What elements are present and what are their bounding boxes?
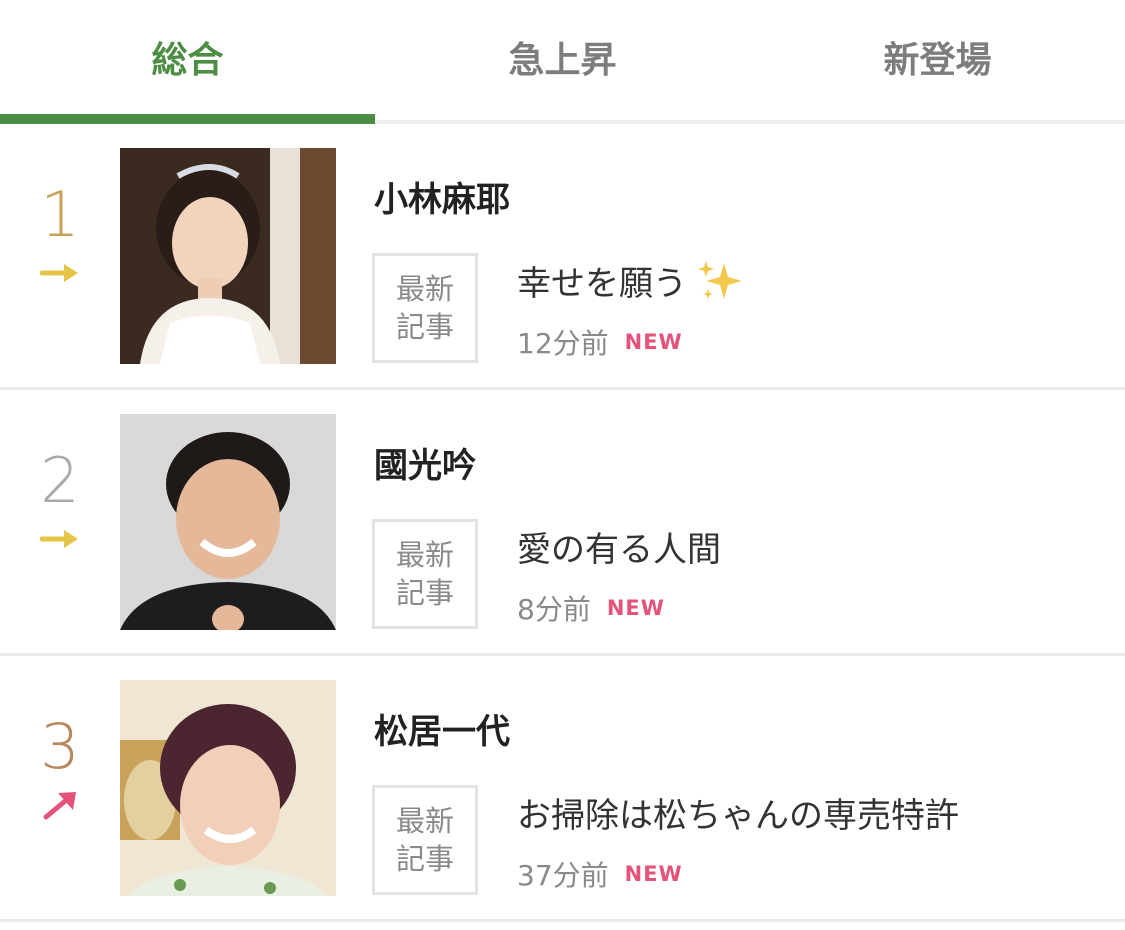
rank-number: 1: [40, 178, 80, 251]
article-title[interactable]: 愛の有る人間: [517, 522, 721, 571]
tag-line: 最新: [395, 804, 454, 838]
tab-overall[interactable]: 総合: [0, 0, 375, 120]
time-text: 12分前: [517, 327, 609, 360]
tab-rising[interactable]: 急上昇: [375, 0, 750, 120]
tag-line: 最新: [395, 538, 454, 572]
new-badge: NEW: [606, 596, 665, 620]
ranking-row[interactable]: 1 小林麻耶 最新 記事 幸せを願う 12分前 NEW: [0, 124, 1125, 390]
time-text: 8分前: [517, 593, 591, 626]
sparkles-icon: [697, 261, 742, 299]
tag-line: 記事: [395, 576, 454, 610]
article-title[interactable]: 幸せを願う: [517, 256, 744, 305]
blogger-name[interactable]: 國光吟: [374, 438, 476, 487]
tag-line: 記事: [395, 842, 454, 876]
post-time: 37分前 NEW: [517, 854, 683, 894]
blogger-name[interactable]: 小林麻耶: [374, 172, 510, 221]
rank-number: 3: [40, 710, 80, 783]
latest-article-tag: 最新 記事: [372, 519, 478, 629]
arrow-right-icon: [40, 530, 78, 548]
ranking-row[interactable]: 3 松居一代 最新 記事 お掃除は松ちゃんの専売特許 37分前 NEW: [0, 656, 1125, 922]
blogger-avatar[interactable]: [120, 680, 336, 896]
new-badge: NEW: [624, 330, 683, 354]
post-time: 8分前 NEW: [517, 588, 665, 628]
post-time: 12分前 NEW: [517, 322, 683, 362]
ranking-row[interactable]: 2 國光吟 最新 記事 愛の有る人間 8分前 NEW: [0, 390, 1125, 656]
article-title-text: お掃除は松ちゃんの専売特許: [517, 796, 959, 836]
article-title-text: 愛の有る人間: [517, 530, 721, 570]
tag-line: 最新: [395, 272, 454, 306]
new-badge: NEW: [624, 862, 683, 886]
time-text: 37分前: [517, 859, 609, 892]
blogger-name[interactable]: 松居一代: [374, 704, 510, 753]
ranking-tabs: 総合 急上昇 新登場: [0, 0, 1125, 124]
blogger-avatar[interactable]: [120, 148, 336, 364]
active-tab-indicator: [0, 114, 375, 124]
arrow-up-right-icon: [43, 792, 76, 820]
article-title-text: 幸せを願う: [517, 264, 687, 304]
blogger-avatar[interactable]: [120, 414, 336, 630]
article-title[interactable]: お掃除は松ちゃんの専売特許: [517, 788, 959, 837]
latest-article-tag: 最新 記事: [372, 253, 478, 363]
latest-article-tag: 最新 記事: [372, 785, 478, 895]
tag-line: 記事: [395, 310, 454, 344]
tab-new-arrivals[interactable]: 新登場: [750, 0, 1125, 120]
arrow-right-icon: [40, 264, 78, 282]
rank-number: 2: [40, 444, 80, 517]
